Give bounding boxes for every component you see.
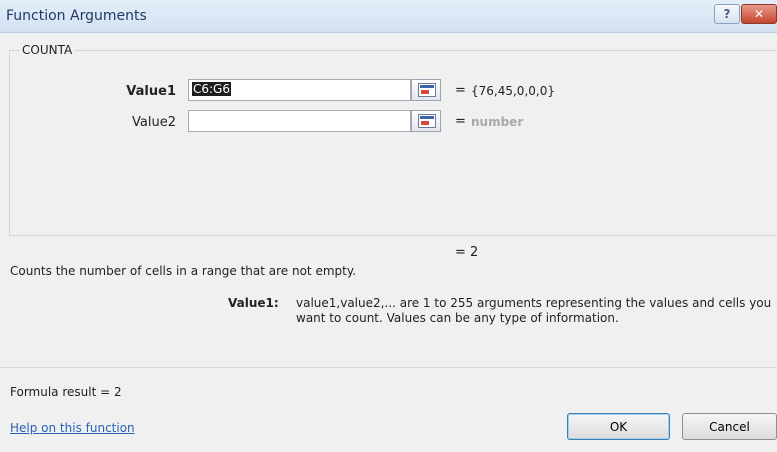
value1-evaluated: {76,45,0,0,0} — [471, 84, 555, 98]
value1-label: Value1 — [126, 84, 176, 99]
value2-input[interactable] — [188, 110, 411, 132]
function-description: Counts the number of cells in a range th… — [10, 264, 357, 278]
value2-label: Value2 — [132, 115, 176, 130]
value1-input-text: C6:G6 — [192, 82, 231, 96]
function-name: COUNTA — [20, 43, 75, 57]
help-icon: ? — [723, 7, 731, 21]
ok-button[interactable]: OK — [567, 413, 670, 440]
value2-evaluated: number — [471, 115, 524, 129]
range-select-icon — [418, 83, 436, 97]
value1-input[interactable]: C6:G6 — [188, 79, 411, 101]
help-button[interactable]: ? — [714, 4, 740, 24]
arguments-group — [9, 50, 777, 236]
argument-help-text: value1,value2,... are 1 to 255 arguments… — [296, 296, 772, 325]
value2-range-select-button[interactable] — [411, 110, 441, 132]
close-button[interactable]: ✕ — [741, 4, 777, 24]
close-icon: ✕ — [753, 7, 765, 21]
cancel-button[interactable]: Cancel — [682, 413, 777, 440]
help-on-function-link[interactable]: Help on this function — [10, 421, 135, 435]
dialog-title: Function Arguments — [6, 8, 147, 24]
argument-help-heading: Value1: — [228, 296, 279, 310]
formula-result: Formula result = 2 — [10, 385, 122, 399]
range-select-icon — [418, 114, 436, 128]
value1-range-select-button[interactable] — [411, 79, 441, 101]
value1-equals: = — [455, 83, 466, 98]
footer-divider — [0, 367, 777, 368]
value2-equals: = — [455, 114, 466, 129]
title-bar: Function Arguments ? ✕ — [0, 0, 777, 33]
function-result: = 2 — [455, 245, 479, 260]
